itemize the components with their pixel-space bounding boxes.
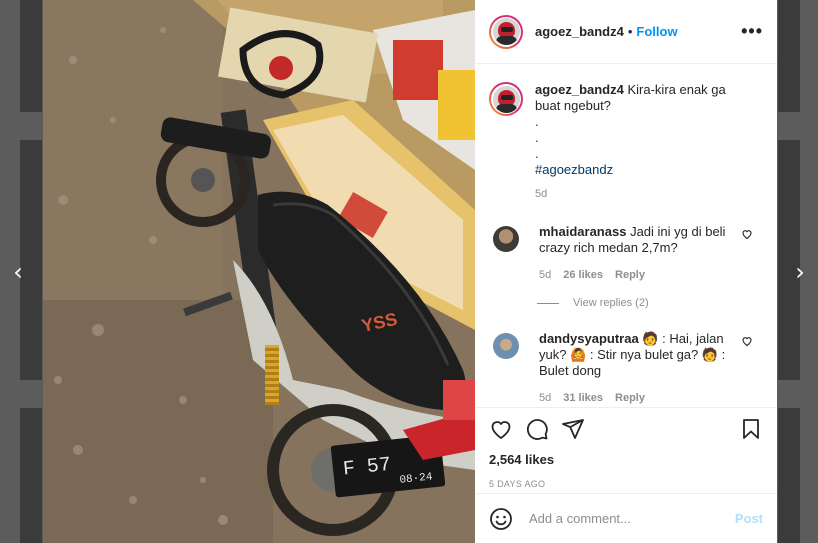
view-replies-label: View replies (2): [573, 297, 649, 309]
caption-username[interactable]: agoez_bandz4: [535, 82, 624, 97]
add-comment-bar: Post: [475, 493, 777, 543]
author-avatar[interactable]: [489, 14, 523, 49]
comment-like-heart-icon[interactable]: [741, 335, 753, 347]
comment-age: 5d: [539, 392, 552, 404]
share-icon[interactable]: [561, 417, 585, 441]
more-horizontal-icon[interactable]: •••: [741, 21, 763, 42]
post-modal: YSS F 57 08·24 agoez_bandz4 • Follow •••…: [43, 0, 777, 543]
post-photo: YSS F 57 08·24: [43, 0, 475, 543]
previous-post-arrow-icon[interactable]: ‹: [6, 259, 30, 285]
caption-dot: .: [535, 130, 539, 145]
caption-dot: .: [535, 146, 539, 161]
reply-button[interactable]: Reply: [615, 267, 645, 283]
comment-username[interactable]: dandysyaputraa: [539, 331, 639, 346]
comment-item: mhaidaranass Jadi ini yg di beli crazy r…: [489, 224, 763, 283]
background-post-thumbnail: [778, 408, 800, 543]
comment-likes[interactable]: 26 likes: [563, 267, 603, 283]
comment-input[interactable]: [527, 510, 735, 527]
commenter-avatar[interactable]: [493, 333, 519, 359]
background-post-thumbnail: [778, 0, 800, 112]
comment-icon[interactable]: [525, 417, 549, 441]
post-actions: 2,564 likes 5 DAYS AGO: [475, 407, 777, 493]
header-separator: •: [627, 24, 633, 39]
caption-age: 5d: [535, 188, 548, 200]
view-replies-button[interactable]: View replies (2): [537, 297, 763, 309]
background-post-thumbnail: [20, 0, 42, 112]
caption-text-block: agoez_bandz4 Kira-kira enak ga buat ngeb…: [535, 82, 753, 202]
likes-count[interactable]: 2,564 likes: [489, 452, 763, 467]
smiley-icon[interactable]: [489, 507, 513, 531]
follow-button[interactable]: Follow: [636, 24, 677, 39]
author-username[interactable]: agoez_bandz4: [535, 24, 624, 39]
comment-username[interactable]: mhaidaranass: [539, 224, 626, 239]
comment-body: mhaidaranass Jadi ini yg di beli crazy r…: [539, 224, 737, 283]
caption-dot: .: [535, 114, 539, 129]
background-post-thumbnail: [20, 408, 42, 543]
reply-button[interactable]: Reply: [615, 390, 645, 406]
comment-body: dandysyaputraa 🧑 : Hai, jalan yuk? 🙆 : S…: [539, 331, 737, 406]
comment-item: dandysyaputraa 🧑 : Hai, jalan yuk? 🙆 : S…: [489, 331, 763, 406]
action-icons-row: [489, 408, 763, 450]
comment-meta: 5d 31 likes Reply: [539, 390, 737, 406]
caption-hashtag[interactable]: #agoezbandz: [535, 162, 753, 178]
post-header: agoez_bandz4 • Follow •••: [475, 0, 777, 64]
bookmark-icon[interactable]: [739, 417, 763, 441]
caption: agoez_bandz4 Kira-kira enak ga buat ngeb…: [489, 82, 763, 202]
heart-icon[interactable]: [489, 417, 513, 441]
comments-section[interactable]: agoez_bandz4 Kira-kira enak ga buat ngeb…: [475, 64, 777, 407]
post-comment-button[interactable]: Post: [735, 511, 763, 526]
comment-likes[interactable]: 31 likes: [563, 390, 603, 406]
comment-meta: 5d 26 likes Reply: [539, 267, 737, 283]
post-timestamp: 5 DAYS AGO: [489, 479, 546, 489]
comment-age: 5d: [539, 269, 552, 281]
caption-avatar[interactable]: [489, 82, 523, 116]
post-side-panel: agoez_bandz4 • Follow ••• agoez_bandz4 K…: [475, 0, 777, 543]
commenter-avatar[interactable]: [493, 226, 519, 252]
comment-like-heart-icon[interactable]: [741, 228, 753, 240]
next-post-arrow-icon[interactable]: ›: [788, 259, 812, 285]
